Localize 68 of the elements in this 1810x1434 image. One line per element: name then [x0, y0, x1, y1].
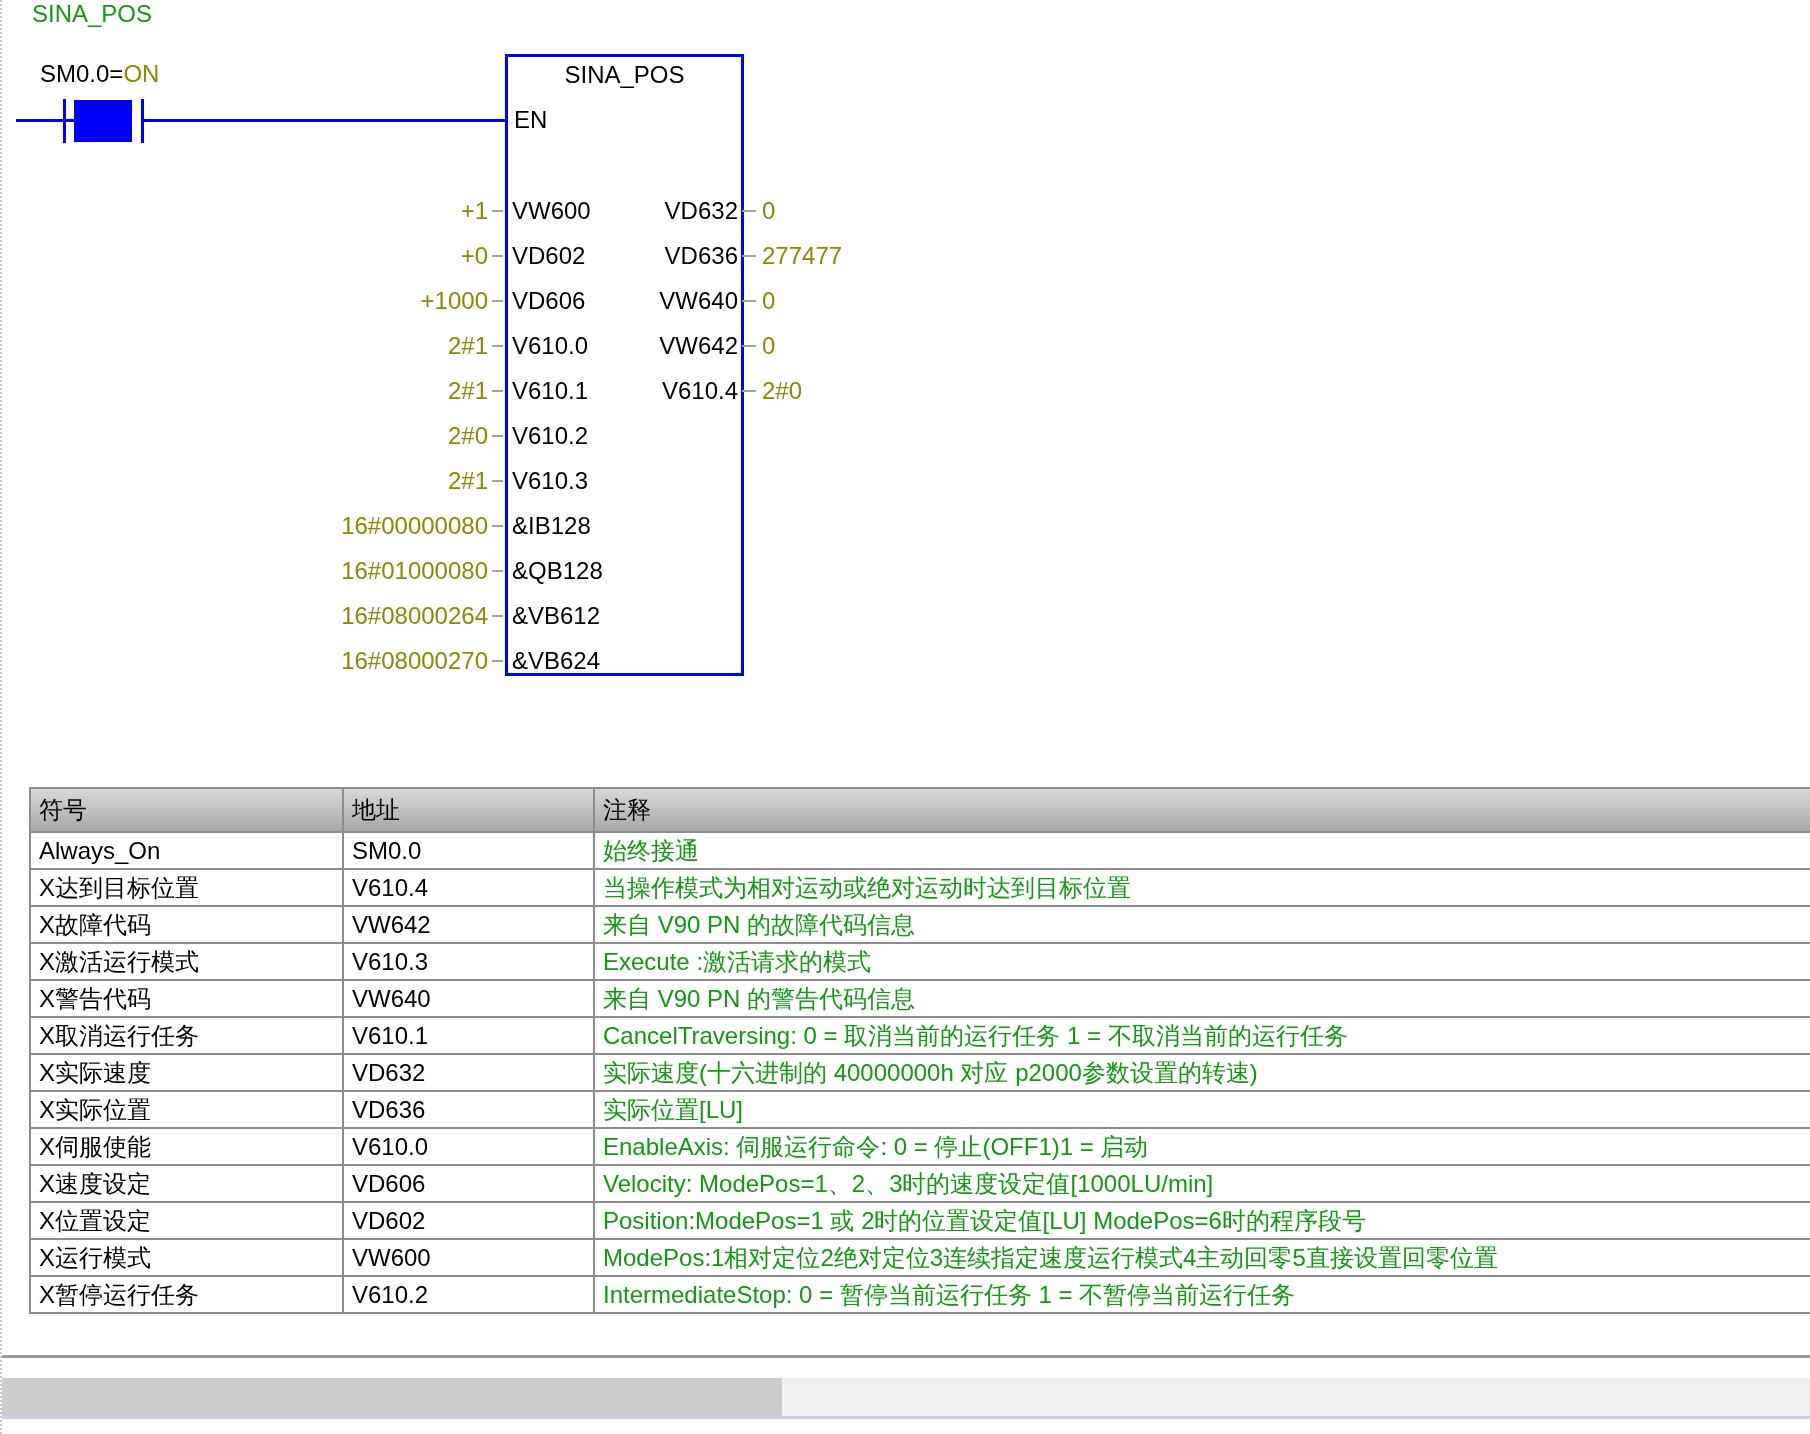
output-pin: VW640: [658, 286, 739, 315]
table-cell: V610.1: [343, 1017, 594, 1054]
table-cell: X达到目标位置: [30, 869, 343, 906]
table-cell: V610.2: [343, 1276, 594, 1313]
input-value: 2#1: [446, 376, 489, 405]
power-line: [16, 119, 76, 122]
input-pin: &VB612: [511, 601, 602, 630]
output-pin: V610.4: [660, 376, 739, 405]
input-value: +1000: [419, 286, 489, 315]
table-cell: Always_On: [30, 832, 343, 869]
table-cell: X运行模式: [30, 1239, 343, 1276]
table-cell: V610.3: [343, 943, 594, 980]
input-value: 2#0: [446, 421, 489, 450]
table-cell: V610.4: [343, 869, 594, 906]
network-title: SINA_POS: [32, 0, 153, 28]
output-value: 0: [761, 286, 777, 315]
output-value: 2#0: [761, 376, 804, 405]
column-header: 地址: [343, 788, 594, 832]
input-pin: V610.1: [511, 376, 590, 405]
output-pin: VW642: [658, 331, 739, 360]
input-pin: VD602: [511, 241, 587, 270]
input-pin: VW600: [511, 196, 592, 225]
table-cell: VD602: [343, 1202, 594, 1239]
table-cell: VW642: [343, 906, 594, 943]
input-pin: VD606: [511, 286, 587, 315]
table-cell: X速度设定: [30, 1165, 343, 1202]
table-cell: X取消运行任务: [30, 1017, 343, 1054]
input-pin: &QB128: [511, 556, 604, 585]
contact-label: SM0.0=ON: [40, 60, 160, 88]
scrollbar-thumb[interactable]: [2, 1378, 782, 1416]
table-cell: VD632: [343, 1054, 594, 1091]
output-value: 0: [761, 196, 777, 225]
enable-pin: EN: [514, 106, 548, 134]
input-pin: &IB128: [511, 511, 592, 540]
table-cell: VD606: [343, 1165, 594, 1202]
table-cell: SM0.0: [343, 832, 594, 869]
input-value: +1: [459, 196, 489, 225]
table-cell: X实际速度: [30, 1054, 343, 1091]
input-value: +0: [459, 241, 489, 270]
output-value: 277477: [761, 241, 843, 270]
input-pin: &VB624: [511, 646, 602, 675]
input-value: 2#1: [446, 331, 489, 360]
input-pin: V610.2: [511, 421, 590, 450]
block-title: SINA_POS: [563, 61, 686, 89]
input-value: 2#1: [446, 466, 489, 495]
output-pin: VD636: [663, 241, 739, 270]
table-cell: X警告代码: [30, 980, 343, 1017]
input-value: 16#01000080: [340, 556, 489, 585]
output-pin: VD632: [663, 196, 739, 225]
input-pin: V610.3: [511, 466, 590, 495]
table-cell: X暂停运行任务: [30, 1276, 343, 1313]
table-cell: X位置设定: [30, 1202, 343, 1239]
table-cell: X激活运行模式: [30, 943, 343, 980]
table-cell: VW600: [343, 1239, 594, 1276]
table-cell: VD636: [343, 1091, 594, 1128]
input-pin: V610.0: [511, 331, 590, 360]
input-value: 16#08000264: [340, 601, 489, 630]
column-header: 符号: [30, 788, 343, 832]
table-cell: X实际位置: [30, 1091, 343, 1128]
table-cell: X故障代码: [30, 906, 343, 943]
table-cell: V610.0: [343, 1128, 594, 1165]
column-header: 注释: [594, 788, 1810, 832]
table-cell: VW640: [343, 980, 594, 1017]
output-value: 0: [761, 331, 777, 360]
table-cell: X伺服使能: [30, 1128, 343, 1165]
input-value: 16#08000270: [340, 646, 489, 675]
input-value: 16#00000080: [340, 511, 489, 540]
horizontal-scrollbar[interactable]: [2, 1378, 1810, 1419]
